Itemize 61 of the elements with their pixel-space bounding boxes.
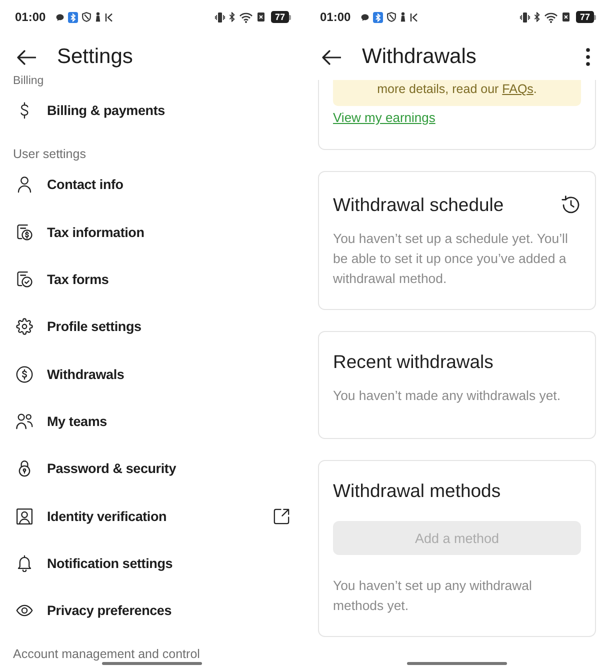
sim-card-icon: [562, 12, 570, 22]
card-text: You haven’t set up any withdrawal methods yet.: [333, 577, 533, 615]
chat-bubble-icon: [56, 14, 64, 20]
earnings-link[interactable]: View my earnings: [333, 110, 436, 126]
figure-icon: [94, 12, 101, 22]
card-title: Withdrawal methods: [333, 480, 501, 502]
settings-item[interactable]: My teams: [0, 398, 305, 446]
card-title: Withdrawal schedule: [333, 194, 504, 216]
notice-text: more details, read our FAQs.: [377, 82, 537, 96]
bluetooth-badge-icon: [68, 12, 78, 22]
card-title: Recent withdrawals: [333, 351, 494, 373]
faq-link[interactable]: FAQs: [502, 82, 534, 96]
settings-item[interactable]: Profile settings: [0, 303, 305, 350]
status-time: 01:00: [15, 10, 46, 24]
back-icon[interactable]: [17, 50, 36, 64]
people-icon: [16, 412, 33, 430]
more-icon[interactable]: [586, 48, 590, 66]
bluetooth-badge-icon: [372, 12, 383, 22]
bluetooth-icon: [228, 12, 235, 22]
settings-item[interactable]: Privacy preferences: [0, 586, 305, 634]
coin-document-icon: [16, 224, 33, 241]
section-heading: User settings: [12, 146, 87, 162]
settings-item[interactable]: Withdrawals: [0, 350, 305, 398]
shield-icon: [386, 12, 396, 22]
battery-indicator: 77: [576, 11, 596, 23]
bar-chevron-icon: [410, 12, 418, 22]
sim-card-icon: [256, 12, 265, 22]
bell-icon: [16, 554, 33, 572]
settings-item[interactable]: Tax forms: [0, 256, 305, 304]
bar-chevron-icon: [104, 12, 113, 22]
chat-bubble-icon: [360, 14, 369, 20]
vibrate-icon: [520, 12, 530, 22]
settings-item[interactable]: Billing & payments: [0, 87, 305, 134]
wifi-icon: [544, 12, 558, 22]
dollar-circle-icon: [16, 366, 33, 383]
lock-icon: [16, 460, 33, 478]
battery-indicator: 77: [270, 11, 291, 23]
bluetooth-icon: [534, 12, 540, 22]
settings-item[interactable]: Tax information: [0, 208, 305, 256]
figure-icon: [400, 12, 406, 22]
settings-item[interactable]: Identity verification: [0, 492, 305, 540]
check-document-icon: [16, 271, 33, 288]
person-icon: [16, 176, 33, 194]
user-frame-icon: [16, 508, 33, 525]
screen-title: Settings: [57, 45, 134, 69]
shield-icon: [82, 12, 91, 22]
card-text: You haven’t set up a schedule yet. You’ll be able to set it up once you’ve added a withdrawal method.: [333, 230, 569, 288]
settings-item[interactable]: Contact info: [0, 161, 305, 209]
back-icon[interactable]: [322, 50, 341, 64]
status-time: 01:00: [320, 10, 351, 24]
section-heading: Account management and control: [12, 646, 201, 662]
settings-item[interactable]: Password & security: [0, 445, 305, 492]
vibrate-icon: [214, 12, 225, 22]
section-heading: Billing: [12, 76, 45, 87]
history-icon[interactable]: [561, 195, 581, 215]
settings-item[interactable]: Notification settings: [0, 540, 305, 587]
screen-title: Withdrawals: [362, 45, 478, 69]
gear-icon: [16, 318, 33, 336]
card-text: You haven’t made any withdrawals yet.: [333, 387, 562, 405]
wifi-icon: [238, 12, 253, 22]
external-link-icon[interactable]: [273, 508, 290, 525]
